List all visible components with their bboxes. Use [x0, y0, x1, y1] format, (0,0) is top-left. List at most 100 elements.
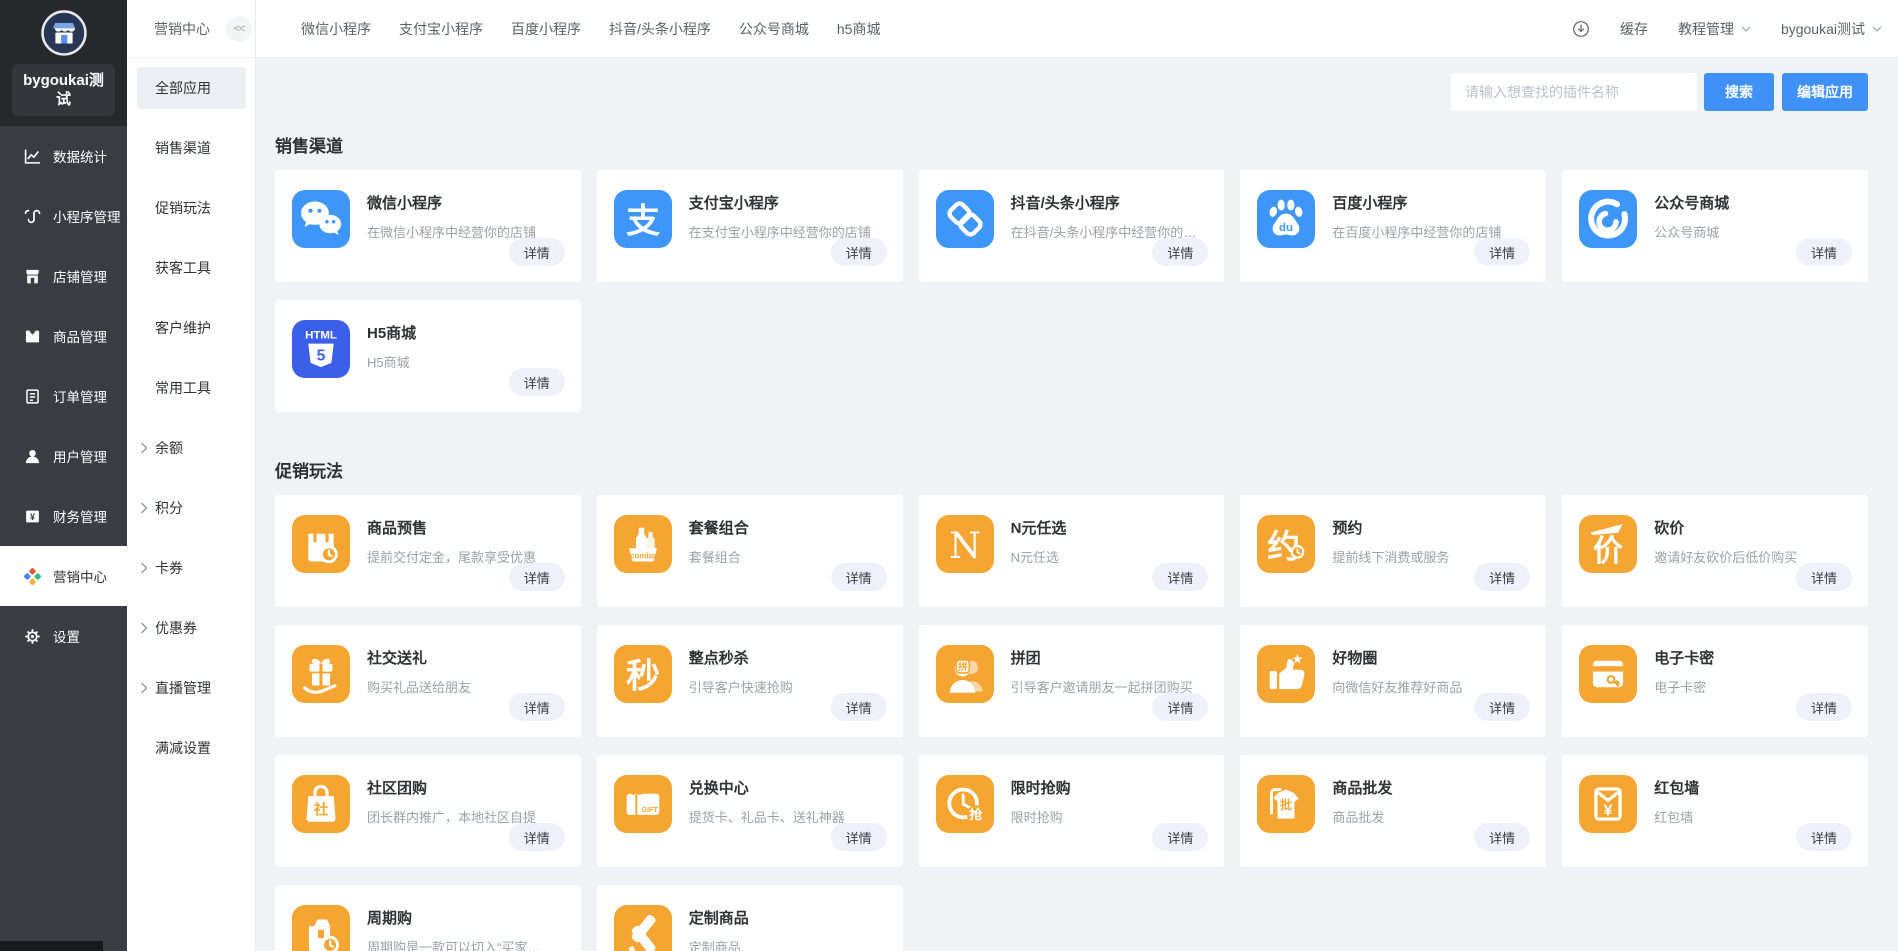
finance-icon: ¥	[24, 508, 41, 525]
detail-button[interactable]: 详情	[1474, 693, 1530, 721]
detail-button[interactable]: 详情	[509, 563, 565, 591]
app-card: HTML5H5商城H5商城详情	[275, 300, 581, 412]
tab-4[interactable]: 公众号商城	[739, 19, 809, 39]
submenu-item-label: 直播管理	[155, 678, 211, 698]
submenu-item-3[interactable]: 获客工具	[127, 238, 255, 298]
submenu-item-5[interactable]: 常用工具	[127, 358, 255, 418]
tutorial-menu[interactable]: 教程管理	[1678, 19, 1751, 39]
detail-button[interactable]: 详情	[1796, 563, 1852, 591]
edit-app-button[interactable]: 编辑应用	[1782, 73, 1868, 111]
detail-button[interactable]: 详情	[1474, 238, 1530, 266]
tab-1[interactable]: 支付宝小程序	[399, 19, 483, 39]
haowuquan-icon: ★	[1257, 645, 1315, 703]
card-desc: 周期购是一款可以切入“买家…	[367, 937, 565, 951]
submenu-item-10[interactable]: 直播管理	[127, 658, 255, 718]
plugin-search-input[interactable]	[1451, 73, 1697, 111]
app-section-0: 销售渠道微信小程序在微信小程序中经营你的店铺详情支支付宝小程序在支付宝小程序中经…	[275, 137, 1868, 412]
sidebar-item-label: 订单管理	[53, 386, 107, 406]
detail-button[interactable]: 详情	[1796, 238, 1852, 266]
app-card: 商品预售提前交付定金，尾款享受优惠详情	[275, 495, 581, 607]
submenu-item-11[interactable]: 满减设置	[127, 718, 255, 778]
submenu-item-7[interactable]: 积分	[127, 478, 255, 538]
submenu-item-2[interactable]: 促销玩法	[127, 178, 255, 238]
tab-3[interactable]: 抖音/头条小程序	[609, 19, 711, 39]
sidebar-item-label: 财务管理	[53, 506, 107, 526]
detail-button[interactable]: 详情	[831, 823, 887, 851]
detail-button[interactable]: 详情	[1474, 563, 1530, 591]
search-button[interactable]: 搜索	[1704, 73, 1774, 111]
detail-button[interactable]: 详情	[831, 238, 887, 266]
collapse-sidebar-button[interactable]: <<	[226, 16, 252, 42]
download-icon[interactable]	[1572, 20, 1590, 38]
submenu-item-4[interactable]: 客户维护	[127, 298, 255, 358]
submenu-item-label: 常用工具	[155, 378, 211, 398]
card-body: N元任选N元任选	[1011, 515, 1209, 607]
tab-5[interactable]: h5商城	[837, 19, 881, 39]
submenu-item-6[interactable]: 余额	[127, 418, 255, 478]
sidebar-item-miniprogram[interactable]: 小程序管理	[0, 186, 127, 246]
detail-button[interactable]: 详情	[831, 693, 887, 721]
seckill-icon: 秒	[614, 645, 672, 703]
svg-text:¥: ¥	[30, 512, 35, 522]
submenu-item-label: 卡券	[155, 558, 183, 578]
detail-button[interactable]: 详情	[509, 693, 565, 721]
card-title: 百度小程序	[1332, 192, 1530, 213]
sidebar-item-user[interactable]: 用户管理	[0, 426, 127, 486]
app-card: 约预约提前线下消费或服务详情	[1240, 495, 1546, 607]
sidebar-item-settings[interactable]: 设置	[0, 606, 127, 666]
sidebar-item-shop[interactable]: 店铺管理	[0, 246, 127, 306]
main-area: 微信小程序支付宝小程序百度小程序抖音/头条小程序公众号商城h5商城 缓存 教程管…	[256, 0, 1898, 951]
submenu-item-8[interactable]: 卡券	[127, 538, 255, 598]
card-title: 社区团购	[367, 777, 565, 798]
detail-button[interactable]: 详情	[509, 368, 565, 396]
app-sections: 销售渠道微信小程序在微信小程序中经营你的店铺详情支支付宝小程序在支付宝小程序中经…	[275, 137, 1868, 951]
app-card: 社交送礼购买礼品送给朋友详情	[275, 625, 581, 737]
app-card: GIFT兑换中心提货卡、礼品卡、送礼神器详情	[597, 755, 903, 867]
submenu-title: 营销中心	[154, 19, 210, 39]
card-body: 拼团引导客户邀请朋友一起拼团购买	[1011, 645, 1209, 737]
detail-button[interactable]: 详情	[1152, 693, 1208, 721]
chevron-right-icon	[140, 502, 148, 514]
card-title: 拼团	[1011, 647, 1209, 668]
card-grid: 商品预售提前交付定金，尾款享受优惠详情combo套餐组合套餐组合详情NN元任选N…	[275, 495, 1868, 951]
detail-button[interactable]: 详情	[509, 823, 565, 851]
submenu-item-label: 客户维护	[155, 318, 211, 338]
detail-button[interactable]: 详情	[1474, 823, 1530, 851]
detail-button[interactable]: 详情	[509, 238, 565, 266]
app-section-1: 促销玩法商品预售提前交付定金，尾款享受优惠详情combo套餐组合套餐组合详情NN…	[275, 462, 1868, 951]
sidebar-nav: 数据统计小程序管理店铺管理商品管理订单管理用户管理 ¥ 财务管理营销中心设置	[0, 126, 127, 951]
sidebar-item-label: 商品管理	[53, 326, 107, 346]
submenu-item-1[interactable]: 销售渠道	[127, 118, 255, 178]
detail-button[interactable]: 详情	[1796, 823, 1852, 851]
chevron-right-icon	[140, 442, 148, 454]
detail-button[interactable]: 详情	[1152, 563, 1208, 591]
douyin-toutiao-icon	[936, 190, 994, 248]
submenu-item-9[interactable]: 优惠券	[127, 598, 255, 658]
cache-link[interactable]: 缓存	[1620, 19, 1648, 39]
card-title: 定制商品	[689, 907, 887, 928]
detail-button[interactable]: 详情	[1152, 823, 1208, 851]
sidebar-item-finance[interactable]: ¥ 财务管理	[0, 486, 127, 546]
detail-button[interactable]: 详情	[1152, 238, 1208, 266]
chevron-right-icon	[140, 562, 148, 574]
sidebar-item-goods[interactable]: 商品管理	[0, 306, 127, 366]
sidebar-item-order[interactable]: 订单管理	[0, 366, 127, 426]
card-body: H5商城H5商城	[367, 320, 565, 412]
submenu-item-label: 优惠券	[155, 618, 197, 638]
submenu-item-label: 销售渠道	[155, 138, 211, 158]
sidebar-item-label: 设置	[53, 626, 80, 646]
sidebar-item-marketing[interactable]: 营销中心	[0, 546, 127, 606]
app-card: 社社区团购团长群内推广，本地社区自提详情	[275, 755, 581, 867]
topbar-right: 缓存 教程管理 bygoukai测试	[1572, 19, 1882, 39]
detail-button[interactable]: 详情	[1796, 693, 1852, 721]
account-menu[interactable]: bygoukai测试	[1781, 19, 1882, 39]
card-title: H5商城	[367, 322, 565, 343]
svg-text:社: 社	[313, 800, 329, 818]
submenu-item-0[interactable]: 全部应用	[127, 58, 255, 118]
tab-2[interactable]: 百度小程序	[511, 19, 581, 39]
detail-button[interactable]: 详情	[831, 563, 887, 591]
mp-mall-icon	[1579, 190, 1637, 248]
sidebar-item-chart[interactable]: 数据统计	[0, 126, 127, 186]
card-title: 商品预售	[367, 517, 565, 538]
tab-0[interactable]: 微信小程序	[301, 19, 371, 39]
